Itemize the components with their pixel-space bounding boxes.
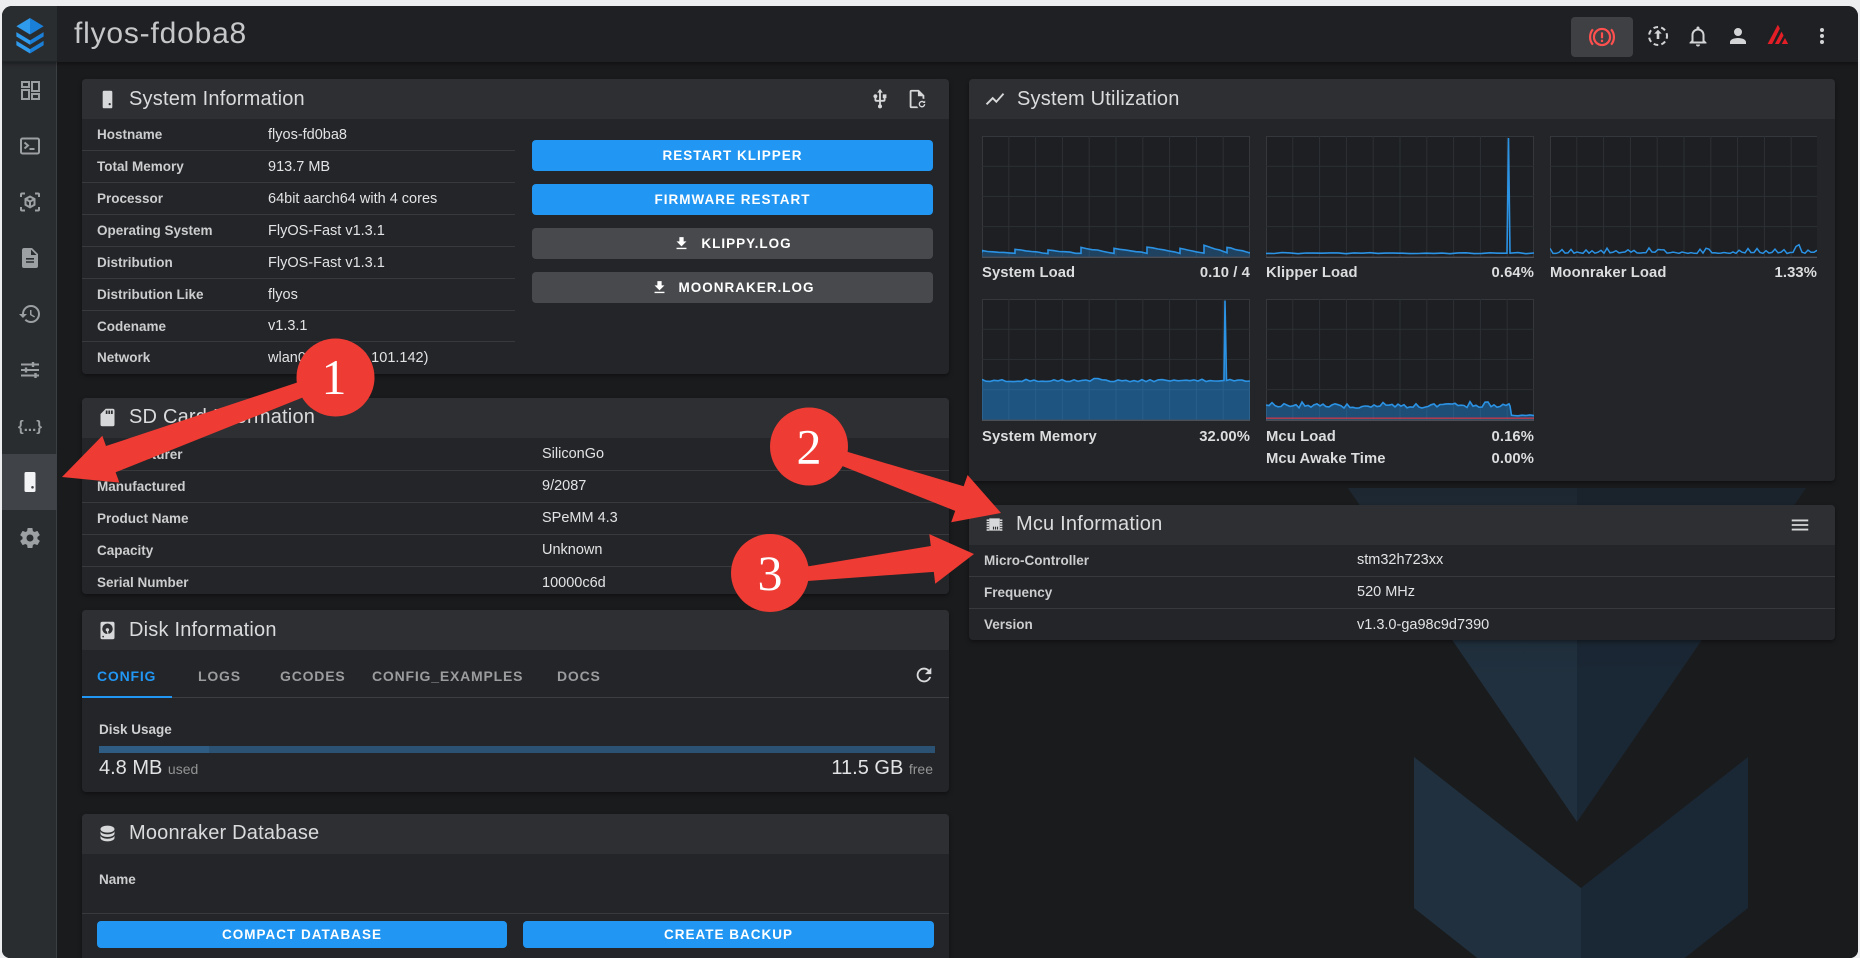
svg-text:{...}: {...} [17, 418, 41, 435]
